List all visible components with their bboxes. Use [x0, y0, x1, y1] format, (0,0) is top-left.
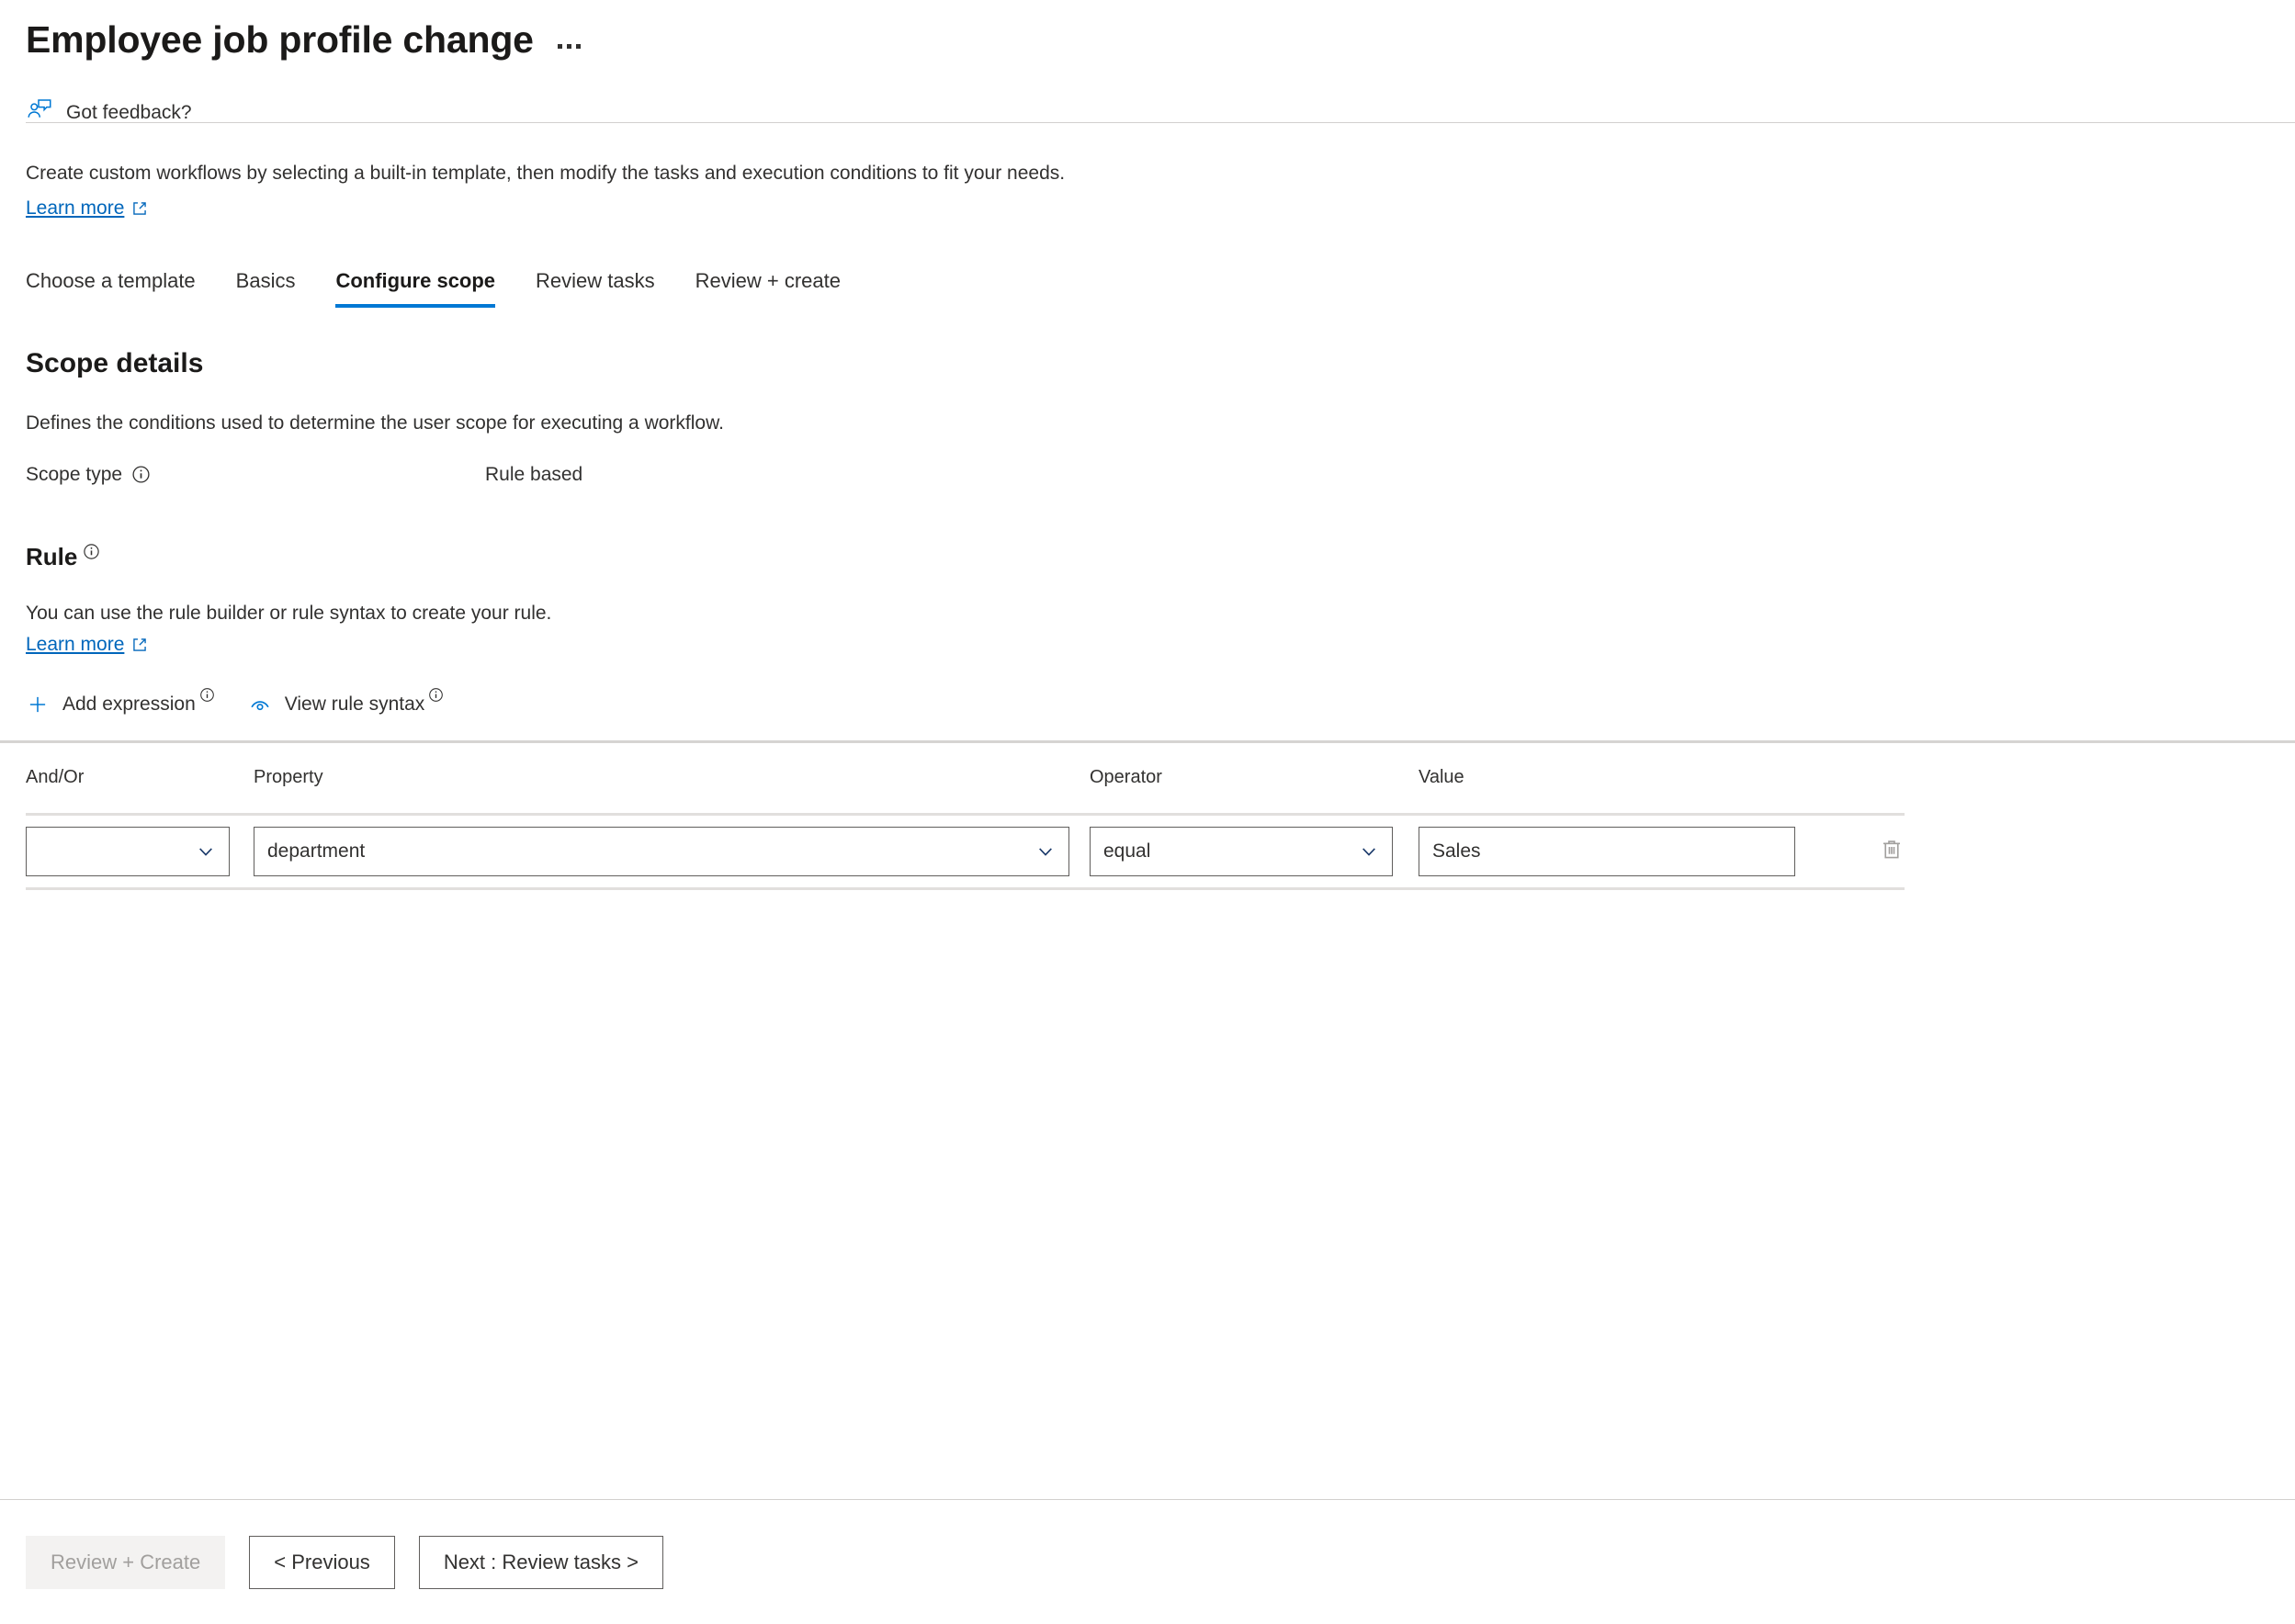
rule-heading: Rule: [26, 542, 78, 570]
table-row: department equal Sales: [0, 816, 2269, 887]
property-value: department: [267, 840, 366, 862]
add-expression-button[interactable]: Add expression: [26, 687, 215, 716]
intro-learn-more-link[interactable]: Learn more: [26, 197, 148, 220]
tab-configure-scope[interactable]: Configure scope: [315, 269, 515, 308]
page-title: Employee job profile change: [26, 18, 534, 61]
ellipsis-dot: [566, 44, 571, 50]
person-feedback-icon: [26, 96, 53, 130]
column-header-property: Property: [254, 767, 323, 788]
chevron-down-icon: [196, 841, 216, 862]
chevron-down-icon: [1035, 841, 1056, 862]
view-rule-syntax-button[interactable]: View rule syntax: [248, 687, 445, 716]
eye-icon: [248, 693, 272, 716]
column-header-value: Value: [1419, 767, 1464, 788]
view-rule-syntax-label: View rule syntax: [284, 693, 425, 715]
scope-type-label-group: Scope type: [26, 464, 485, 486]
scope-type-row: Scope type Rule based: [26, 464, 2295, 486]
plus-icon: [26, 693, 50, 716]
wizard-tabs: Choose a template Basics Configure scope…: [0, 220, 2295, 308]
info-icon[interactable]: [428, 687, 444, 703]
andor-select[interactable]: [26, 826, 230, 876]
scope-type-label: Scope type: [26, 463, 123, 485]
ellipsis-dot: [557, 44, 562, 50]
rule-builder-table: And/Or Property Operator Value departmen…: [0, 739, 2295, 890]
intro-section: Create custom workflows by selecting a b…: [0, 123, 2295, 219]
tab-choose-a-template[interactable]: Choose a template: [26, 269, 216, 308]
property-select[interactable]: department: [254, 826, 1069, 876]
review-create-button[interactable]: Review + Create: [26, 1535, 226, 1589]
more-options-button[interactable]: [554, 39, 584, 54]
external-link-icon: [131, 200, 148, 217]
previous-button[interactable]: < Previous: [249, 1535, 395, 1589]
got-feedback-link[interactable]: Got feedback?: [26, 96, 192, 130]
column-header-andor: And/Or: [26, 767, 85, 788]
rule-description: You can use the rule builder or rule syn…: [26, 602, 552, 624]
page-header: Employee job profile change: [0, 0, 2295, 63]
operator-value: equal: [1103, 840, 1151, 862]
delete-row-button[interactable]: [1872, 830, 1911, 872]
scope-type-value: Rule based: [485, 463, 583, 485]
intro-description: Create custom workflows by selecting a b…: [26, 163, 1066, 185]
scope-details-description: Defines the conditions used to determine…: [26, 412, 724, 434]
info-icon[interactable]: [199, 687, 215, 703]
value-input[interactable]: Sales: [1419, 826, 1795, 876]
value-text: Sales: [1432, 840, 1481, 862]
rule-heading-group: Rule: [26, 543, 100, 571]
scope-details-heading: Scope details: [26, 347, 204, 378]
cell-value: Sales: [1419, 826, 1823, 876]
cell-operator: equal: [1090, 826, 1419, 876]
ellipsis-dot: [575, 44, 581, 50]
tab-review-tasks[interactable]: Review tasks: [515, 269, 675, 308]
tab-review-create[interactable]: Review + create: [675, 269, 861, 308]
rule-learn-more-link[interactable]: Learn more: [26, 634, 148, 656]
wizard-footer: Review + Create < Previous Next : Review…: [0, 1499, 2295, 1624]
external-link-icon: [131, 637, 148, 653]
cell-property: department: [254, 826, 1090, 876]
feedback-bar: Got feedback?: [0, 63, 2295, 123]
scope-details-section: Scope details Defines the conditions use…: [0, 348, 2295, 716]
rule-command-bar: Add expression View rule syntax: [26, 687, 2295, 716]
chevron-down-icon: [1359, 841, 1379, 862]
tab-basics[interactable]: Basics: [216, 269, 316, 308]
learn-more-label: Learn more: [26, 197, 125, 219]
info-icon[interactable]: [83, 543, 100, 560]
info-icon[interactable]: [131, 465, 151, 484]
learn-more-label: Learn more: [26, 633, 125, 655]
next-button[interactable]: Next : Review tasks >: [418, 1535, 663, 1589]
trash-icon: [1878, 836, 1905, 866]
cell-andor: [26, 826, 254, 876]
column-header-operator: Operator: [1090, 767, 1162, 788]
got-feedback-label: Got feedback?: [66, 102, 192, 124]
rule-row-divider: [26, 886, 1905, 890]
add-expression-label: Add expression: [62, 693, 196, 715]
cell-actions: [1823, 830, 1961, 872]
rule-table-header-row: And/Or Property Operator Value: [0, 743, 2269, 813]
operator-select[interactable]: equal: [1090, 826, 1393, 876]
